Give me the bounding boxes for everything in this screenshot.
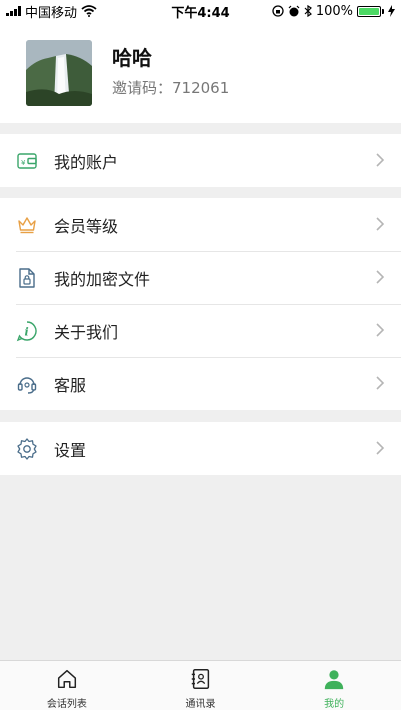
headset-icon: [16, 373, 38, 395]
wallet-icon: ¥: [16, 150, 38, 172]
tab-label-me: 我的: [324, 699, 345, 710]
gear-icon: [16, 437, 38, 460]
status-left: 中国移动: [6, 2, 97, 21]
svg-text:¥: ¥: [21, 159, 26, 167]
signal-icon: [6, 6, 21, 16]
tab-bar: 会话列表 通讯录 我的: [0, 660, 401, 710]
menu-label-encrypted-files: 我的加密文件: [54, 269, 151, 289]
menu-label-account: 我的账户: [54, 152, 119, 172]
tab-me[interactable]: 我的: [267, 661, 401, 710]
carrier-name: 中国移动: [25, 5, 78, 21]
home-icon: [57, 669, 76, 689]
chevron-right-icon: [376, 441, 385, 455]
svg-text:i: i: [25, 325, 29, 338]
menu-item-settings[interactable]: 设置: [0, 422, 401, 475]
profile-header[interactable]: 哈哈 邀请码：712061: [0, 22, 401, 123]
waterfall-image: [26, 40, 92, 106]
menu-group-main: 会员等级 我的加密文件 i 关于我们 客服: [0, 198, 401, 410]
profile-name: 哈哈: [112, 46, 152, 70]
chevron-right-icon: [376, 376, 385, 390]
menu-item-encrypted-files[interactable]: 我的加密文件: [0, 251, 401, 304]
battery-icon: [357, 5, 384, 17]
tab-label-chats: 会话列表: [46, 699, 87, 710]
wifi-icon: [81, 5, 97, 17]
tab-chats[interactable]: 会话列表: [0, 661, 134, 710]
menu-label-about: 关于我们: [54, 322, 119, 342]
person-icon: [324, 670, 344, 690]
menu-item-about[interactable]: i 关于我们: [0, 304, 401, 357]
chevron-right-icon: [376, 153, 385, 167]
tab-label-contacts: 通讯录: [185, 699, 216, 710]
menu-item-support[interactable]: 客服: [0, 357, 401, 410]
menu-label-support: 客服: [54, 375, 87, 395]
menu-item-membership[interactable]: 会员等级: [0, 198, 401, 251]
menu-group-account: ¥ 我的账户: [0, 134, 401, 187]
status-bar: 中国移动 下午4:44 100%: [0, 0, 401, 22]
menu-group-settings: 设置: [0, 422, 401, 475]
crown-icon: [16, 214, 38, 236]
rotation-lock-icon: [272, 5, 284, 17]
chevron-right-icon: [376, 323, 385, 337]
locked-file-icon: [16, 267, 38, 289]
chevron-right-icon: [376, 217, 385, 231]
menu-label-membership: 会员等级: [54, 216, 119, 236]
chevron-right-icon: [376, 270, 385, 284]
tab-contacts[interactable]: 通讯录: [134, 661, 268, 710]
status-right: 100%: [272, 4, 395, 19]
battery-percent: 100%: [315, 3, 353, 19]
charging-icon: [388, 5, 395, 17]
invite-code: 邀请码：712061: [112, 79, 230, 97]
menu-label-settings: 设置: [54, 440, 87, 460]
alarm-icon: [288, 5, 300, 17]
info-icon: i: [16, 320, 38, 342]
avatar[interactable]: [26, 40, 92, 106]
menu-item-account[interactable]: ¥ 我的账户: [0, 134, 401, 187]
bluetooth-icon: [304, 5, 312, 17]
contacts-book-icon: [191, 669, 209, 689]
